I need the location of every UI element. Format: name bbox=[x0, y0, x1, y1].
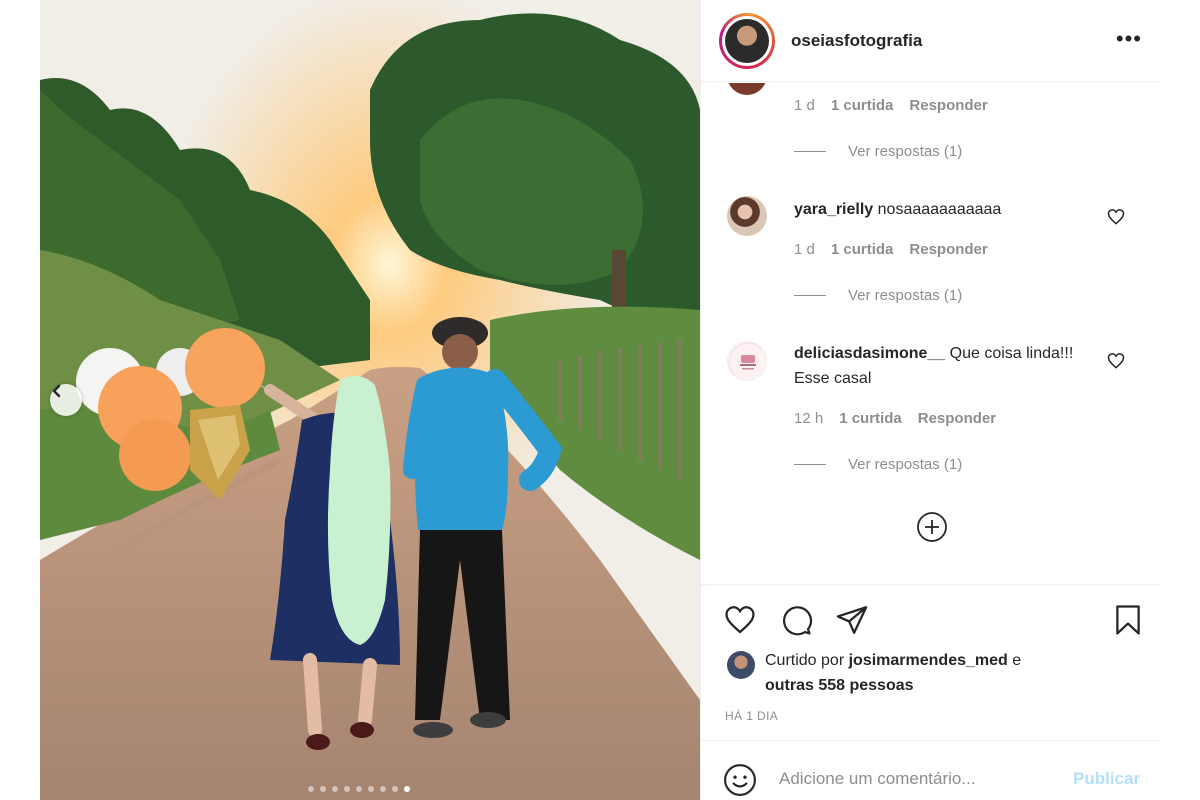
replies-divider bbox=[794, 464, 826, 465]
more-options-icon[interactable]: ••• bbox=[1116, 26, 1142, 52]
carousel-prev-button[interactable] bbox=[50, 384, 82, 416]
comment-input[interactable] bbox=[779, 765, 1049, 793]
photo-scene bbox=[40, 0, 700, 800]
emoji-smiley-icon[interactable] bbox=[723, 763, 757, 797]
post-timestamp[interactable]: HÁ 1 DIA bbox=[725, 709, 778, 723]
view-replies-button[interactable]: Ver respostas (1) bbox=[794, 143, 962, 160]
load-more-comments-icon[interactable] bbox=[916, 511, 948, 543]
comment-meta: 1 d 1 curtida Responder bbox=[794, 241, 988, 258]
avatar-image bbox=[725, 18, 769, 63]
post-side-panel: oseiasfotografia ••• 1 d 1 curtida Respo… bbox=[700, 0, 1161, 800]
comment-text: nosaaaaaaaaaaa bbox=[877, 201, 1002, 218]
post-photo bbox=[40, 0, 700, 800]
replies-divider bbox=[794, 295, 826, 296]
carousel-dot bbox=[368, 786, 374, 792]
comment-meta: 1 d 1 curtida Responder bbox=[794, 97, 988, 114]
carousel-dot bbox=[332, 786, 338, 792]
replies-divider bbox=[794, 151, 826, 152]
comment-username[interactable]: deliciasdasimone__ bbox=[794, 345, 945, 362]
carousel-dot bbox=[392, 786, 398, 792]
comment-avatar[interactable] bbox=[727, 341, 767, 381]
comment-time: 12 h bbox=[794, 410, 824, 427]
post-username[interactable]: oseiasfotografia bbox=[791, 31, 922, 51]
add-comment-bar: Publicar bbox=[701, 740, 1161, 800]
comments-list[interactable]: 1 d 1 curtida Responder Ver respostas (1… bbox=[701, 83, 1161, 583]
comment-time: 1 d bbox=[794, 241, 815, 258]
view-replies-button[interactable]: Ver respostas (1) bbox=[794, 456, 962, 473]
carousel-dot bbox=[380, 786, 386, 792]
likes-others[interactable]: outras 558 pessoas bbox=[765, 677, 914, 694]
comment-meta: 12 h 1 curtida Responder bbox=[794, 410, 996, 427]
comment-time: 1 d bbox=[794, 97, 815, 114]
likes-suffix: e bbox=[1012, 652, 1022, 669]
liker-avatar[interactable] bbox=[727, 651, 755, 679]
carousel-dot bbox=[320, 786, 326, 792]
avatar-inner bbox=[722, 15, 772, 66]
carousel-indicator bbox=[308, 786, 410, 792]
comment-likes-count[interactable]: 1 curtida bbox=[831, 241, 894, 258]
share-paper-plane-icon[interactable] bbox=[835, 603, 869, 637]
liker-username[interactable]: josimarmendes_med bbox=[849, 652, 1008, 669]
carousel-dot bbox=[356, 786, 362, 792]
chevron-left-icon bbox=[52, 384, 61, 398]
view-replies-label: Ver respostas (1) bbox=[848, 287, 963, 304]
likes-prefix: Curtido por bbox=[765, 652, 845, 669]
reply-button[interactable]: Responder bbox=[909, 241, 987, 258]
comment-likes-count[interactable]: 1 curtida bbox=[831, 97, 894, 114]
post-actions: Curtido por josimarmendes_med e outras 5… bbox=[701, 584, 1161, 740]
comment-likes-count[interactable]: 1 curtida bbox=[839, 410, 902, 427]
profile-avatar[interactable] bbox=[719, 12, 775, 69]
comment-body: deliciasdasimone__ Que coisa linda!!! Es… bbox=[794, 341, 1094, 391]
save-bookmark-icon[interactable] bbox=[1111, 603, 1145, 637]
comment-like-heart-icon[interactable] bbox=[1106, 207, 1126, 227]
reply-button[interactable]: Responder bbox=[909, 97, 987, 114]
comment-like-heart-icon[interactable] bbox=[1106, 351, 1126, 371]
comment-username[interactable]: yara_rielly bbox=[794, 201, 873, 218]
like-heart-icon[interactable] bbox=[723, 603, 757, 637]
reply-button[interactable]: Responder bbox=[918, 410, 996, 427]
comment-bubble-icon[interactable] bbox=[779, 603, 813, 637]
view-replies-label: Ver respostas (1) bbox=[848, 143, 963, 160]
comment-body: yara_rielly nosaaaaaaaaaaa bbox=[794, 197, 1094, 222]
carousel-dot bbox=[344, 786, 350, 792]
likes-text: Curtido por josimarmendes_med e outras 5… bbox=[765, 648, 1021, 698]
comment-avatar[interactable] bbox=[727, 196, 767, 236]
publish-button[interactable]: Publicar bbox=[1073, 769, 1140, 789]
shop-logo-icon bbox=[728, 342, 766, 380]
carousel-dot bbox=[308, 786, 314, 792]
view-replies-button[interactable]: Ver respostas (1) bbox=[794, 287, 962, 304]
carousel-dot-active bbox=[404, 786, 410, 792]
view-replies-label: Ver respostas (1) bbox=[848, 456, 963, 473]
likes-summary: Curtido por josimarmendes_med e outras 5… bbox=[727, 648, 1021, 698]
post-header: oseiasfotografia ••• bbox=[701, 0, 1160, 82]
comment-avatar[interactable] bbox=[727, 83, 767, 95]
